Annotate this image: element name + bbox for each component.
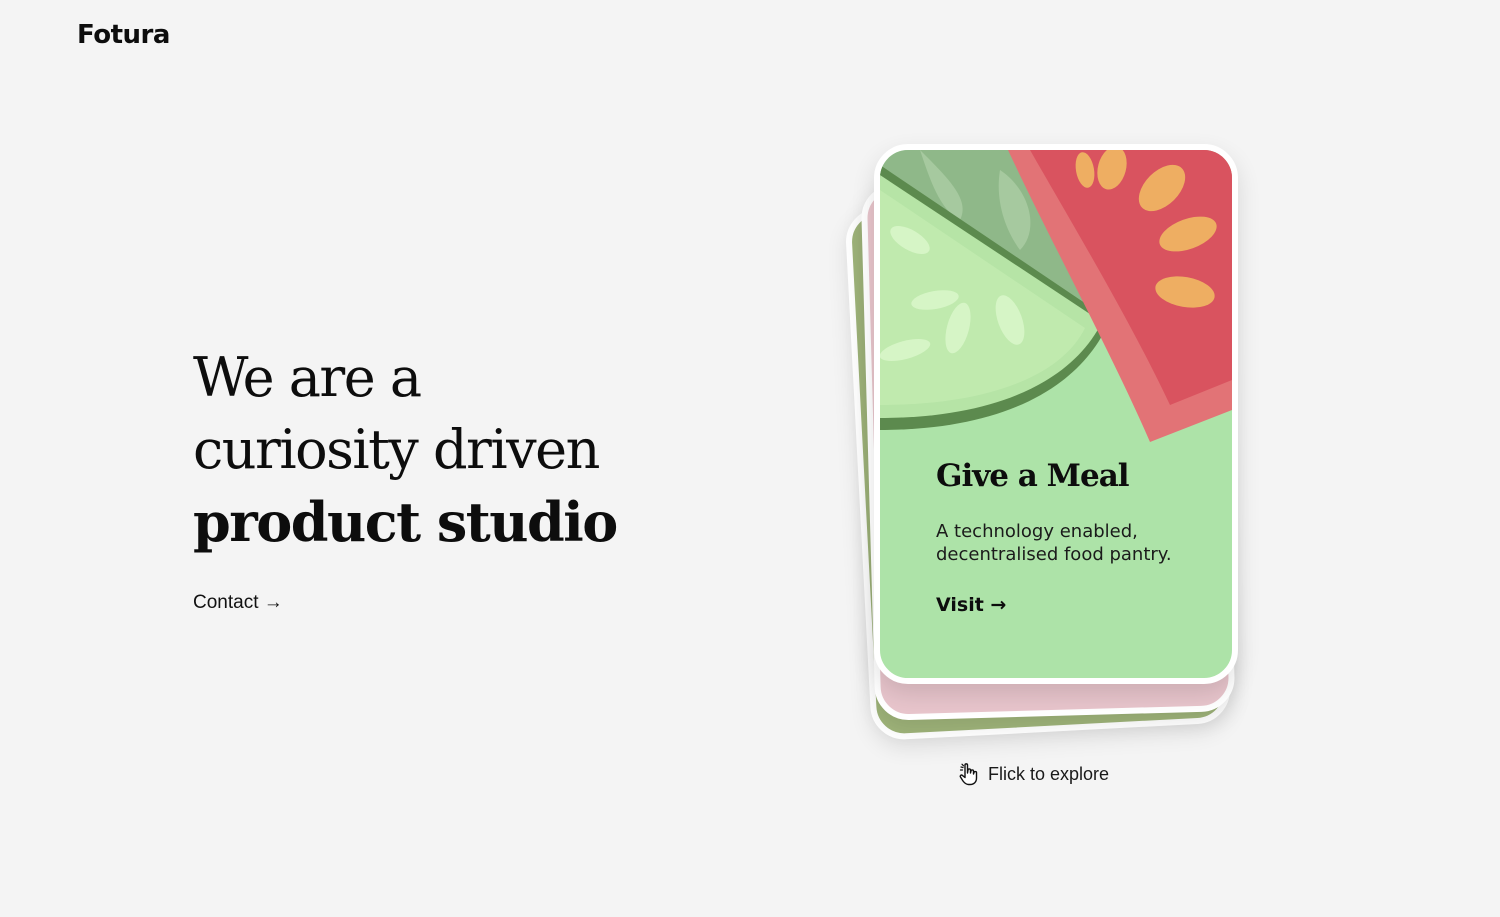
project-card[interactable]: Give a Meal A technology enabled, decent… — [874, 144, 1238, 684]
flick-hint: Flick to explore — [958, 762, 1109, 786]
hero-heading: We are a curiosity driven product studio — [193, 342, 713, 558]
flick-hint-label: Flick to explore — [988, 763, 1110, 784]
contact-link[interactable]: Contact → — [193, 592, 283, 614]
food-illustration — [880, 150, 1232, 442]
project-card-stack[interactable]: Give a Meal A technology enabled, decent… — [844, 140, 1250, 750]
hero-line-2: curiosity driven — [193, 418, 600, 481]
hero-line-1: We are a — [193, 346, 422, 409]
card-title: Give a Meal — [936, 458, 1130, 494]
brand-logo[interactable]: Fotura — [77, 20, 170, 50]
hero-line-3: product studio — [193, 490, 618, 554]
visit-link[interactable]: Visit → — [936, 594, 1006, 616]
hand-pointer-icon — [959, 763, 978, 786]
card-description: A technology enabled, decentralised food… — [936, 521, 1172, 565]
